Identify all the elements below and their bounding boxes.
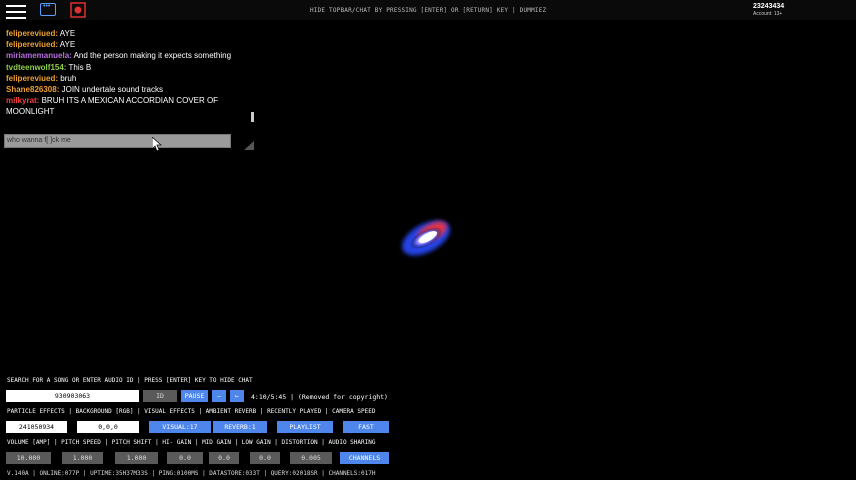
mouse-cursor-icon <box>152 137 162 152</box>
id-button[interactable]: ID <box>143 390 177 402</box>
chat-resize-handle[interactable] <box>244 141 254 150</box>
volume-input[interactable]: 10.000 <box>6 452 51 464</box>
audio-id-input[interactable]: 930903063 <box>6 390 139 402</box>
camera-speed-button[interactable]: FAST <box>343 421 389 433</box>
distortion-input[interactable]: 0.005 <box>290 452 332 464</box>
search-label: SEARCH FOR A SONG OR ENTER AUDIO ID | PR… <box>7 377 253 384</box>
chat-message: felipereviued: bruh <box>6 73 250 84</box>
low-gain-input[interactable]: 0.0 <box>250 452 280 464</box>
topbar-hint: HIDE TOPBAR/CHAT BY PRESSING [ENTER] OR … <box>310 7 547 14</box>
chat-message: milkyrat: BRUH ITS A MEXICAN ACCORDIAN C… <box>6 95 250 117</box>
chat-message: miriamemanuela: And the person making it… <box>6 50 250 61</box>
chat-text: JOIN undertale sound tracks <box>61 85 163 95</box>
visual-effects-button[interactable]: VISUAL:17 <box>149 421 211 433</box>
chat-text: bruh <box>60 73 77 83</box>
chat-text: AYE <box>59 29 76 38</box>
playlist-button[interactable]: PLAYLIST <box>277 421 333 433</box>
status-bar: V.140A | ONLINE:077P | UPTIME:35H37M33S … <box>7 470 376 477</box>
settings-label-row1: PARTICLE EFFECTS | BACKGROUND [RGB] | VI… <box>7 408 376 415</box>
chat-username[interactable]: Shane826308: <box>6 85 59 94</box>
background-rgb-input[interactable]: 0,0,0 <box>77 421 139 433</box>
chat-input[interactable]: who wanna f[ ]ck me <box>4 134 231 148</box>
settings-label-row2: VOLUME [AMP] | PITCH SPEED | PITCH SHIFT… <box>7 439 376 446</box>
chat-text: And the person making it expects somethi… <box>73 51 232 61</box>
mid-gain-input[interactable]: 0.0 <box>209 452 239 464</box>
ambient-reverb-button[interactable]: REVERB:1 <box>213 421 267 433</box>
chat-message: Shane826308: JOIN undertale sound tracks <box>6 84 250 95</box>
topbar: HIDE TOPBAR/CHAT BY PRESSING [ENTER] OR … <box>0 0 856 20</box>
chat-username[interactable]: felipereviued: <box>6 40 58 49</box>
back-button[interactable]: ← <box>230 390 244 402</box>
time-display: 4:10/5:45 | (Removed for copyright) <box>251 393 388 401</box>
chat-text: This B <box>68 62 92 72</box>
hi-gain-input[interactable]: 0.0 <box>167 452 203 464</box>
chat-scrollbar[interactable] <box>251 112 254 122</box>
account-age: Account: 13+ <box>753 11 783 17</box>
record-icon[interactable] <box>70 2 86 18</box>
pause-button[interactable]: PAUSE <box>181 390 208 402</box>
chat-icon[interactable] <box>40 3 56 16</box>
channels-button[interactable]: CHANNELS <box>340 452 389 464</box>
chat-username[interactable]: miriamemanuela: <box>6 51 72 60</box>
chat-username[interactable]: felipereviued: <box>6 29 58 38</box>
chat-username[interactable]: felipereviued: <box>6 74 58 83</box>
pitch-shift-input[interactable]: 1.000 <box>115 452 158 464</box>
chat-message: felipereviued: AYE <box>6 39 250 50</box>
pitch-speed-input[interactable]: 1.000 <box>62 452 103 464</box>
account-name: 23243434 <box>753 3 785 10</box>
chat-message: tvdteenwolf154: This B <box>6 62 250 73</box>
chat-username[interactable]: tvdteenwolf154: <box>6 63 66 72</box>
chat-username[interactable]: milkyrat: <box>6 96 39 105</box>
chat-text: AYE <box>59 40 76 50</box>
minus-button[interactable]: — <box>212 390 226 402</box>
visualizer-blob <box>402 220 450 256</box>
chat-message: felipereviued: AYE <box>6 28 250 39</box>
particle-effects-input[interactable]: 241050934 <box>6 421 67 433</box>
chat-log: felipereviued: AYE felipereviued: AYE mi… <box>6 28 250 118</box>
menu-icon[interactable] <box>6 3 26 19</box>
